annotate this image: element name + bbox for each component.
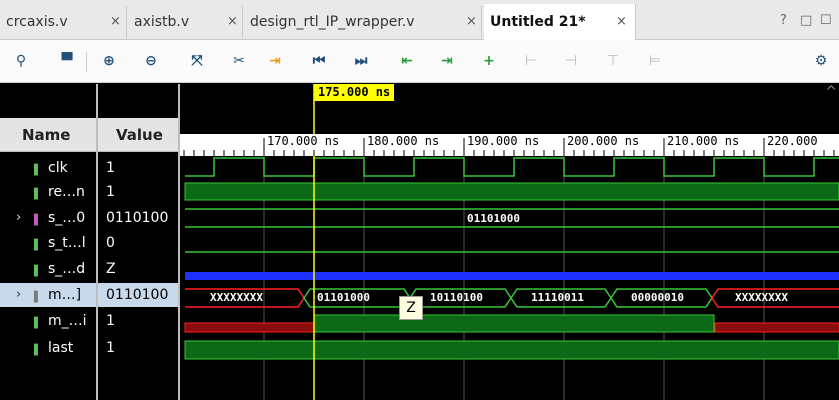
editor-tab-bar: crcaxis.v × axistb.v × design_rtl_IP_wra… [0,0,839,40]
go-to-time-zero-icon[interactable]: ⇥ [264,50,286,72]
signal-name: s_t…l [48,235,86,251]
close-icon[interactable]: × [227,6,238,38]
signal-value-selected: 0110100 [98,283,178,307]
cursor-time-label[interactable]: 175.000 ns [314,84,395,101]
m-bus-value-label: 00000010 [631,291,684,304]
signal-row[interactable]: ▌ m_…i [0,309,96,333]
signal-row[interactable]: ▌ s_…d [0,257,96,281]
go-to-start-icon[interactable]: ⏮ [308,50,330,72]
signal-row[interactable]: ▌ clk [0,156,96,180]
bus-icon: ▌ [34,292,42,303]
tab-label: axistb.v [134,14,190,30]
zoom-out-icon[interactable]: ⊖ [140,50,162,72]
tick-label: 220.000 [767,134,818,148]
tick-label: 200.000 ns [567,134,640,148]
tab-crcaxis[interactable]: crcaxis.v × [0,6,127,38]
signal-name: m…] [48,287,82,303]
cut-cursor-icon[interactable]: ✂ [228,50,250,72]
zoom-fit-icon[interactable]: ⤧ [186,50,208,72]
save-icon[interactable]: ▀ [56,50,78,72]
last-wave [184,340,839,360]
value-column-header[interactable]: Value [98,118,178,152]
previous-transition-icon[interactable]: ⇤ [396,50,418,72]
waveform-toolbar: ⚲ ▀ ⊕ ⊖ ⤧ ✂ ⇥ ⏮ ⏭ ⇤ ⇥ + ⊢ ⊣ ⊤ ⊨ ⚙ [0,40,839,83]
close-icon[interactable]: × [110,6,121,38]
tab-label: crcaxis.v [6,14,68,30]
signal-value: 1 [106,340,115,356]
waveform-drawing [184,84,839,400]
tick-label: 210.000 ns [667,134,740,148]
signal-name: m_…i [48,313,87,329]
m-tlast-high-wave [313,314,715,333]
tick-label: 190.000 ns [467,134,540,148]
tick-label: 170.000 ns [267,134,340,148]
search-icon[interactable]: ⚲ [10,50,32,72]
m-bus-value-label: XXXXXXXX [210,291,263,304]
wire-icon: ▌ [34,345,42,356]
wire-icon: ▌ [34,240,42,251]
scroll-up-icon[interactable]: ^ [825,84,837,100]
signal-value: 0110100 [106,210,169,226]
m-bus-value-label: 10110100 [430,291,483,304]
m-bus-value-label: 11110011 [531,291,584,304]
wire-icon: ▌ [34,266,42,277]
time-ruler[interactable]: 170.000 ns 180.000 ns 190.000 ns 200.000… [180,134,839,156]
signal-row[interactable]: › ▌ s_…0 [0,206,96,230]
next-transition-icon[interactable]: ⇥ [436,50,458,72]
tab-design-rtl-ip-wrapper[interactable]: design_rtl_IP_wrapper.v × [244,6,482,38]
tab-label: design_rtl_IP_wrapper.v [250,14,415,30]
signal-name: s_…0 [48,210,86,226]
help-icon[interactable]: ? [780,13,787,28]
signal-name: re…n [48,184,85,200]
swap-cursors-icon[interactable]: ⊤ [602,50,624,72]
m-tlast-x2-wave [714,322,839,333]
tab-untitled-21[interactable]: Untitled 21* × [484,4,636,40]
previous-marker-icon[interactable]: ⊢ [520,50,542,72]
signal-value: 0 [106,235,115,251]
signal-row[interactable]: ▌ re…n [0,180,96,204]
zoom-in-icon[interactable]: ⊕ [98,50,120,72]
add-marker-icon[interactable]: + [478,50,500,72]
signal-name: s_…d [48,261,86,277]
signal-value: 1 [106,160,115,176]
resetn-wave [184,182,839,201]
tab-label: Untitled 21* [490,14,586,30]
m-bus-value-label: 01101000 [317,291,370,304]
restore-icon[interactable]: □ [800,13,812,28]
signal-name-panel: Name ▌ clk ▌ re…n › ▌ s_…0 ▌ s_t…l ▌ s_…d › ▌ m…… [0,84,96,400]
signal-value-panel: Value 1 1 0110100 0 Z 0110100 1 1 [96,84,178,400]
signal-row-selected[interactable]: › ▌ m…] [0,283,96,307]
signal-row[interactable]: ▌ s_t…l [0,231,96,255]
close-icon[interactable]: × [616,4,627,40]
wire-icon: ▌ [34,189,42,200]
s-valid-z-wave [185,272,839,280]
signal-value: Z [106,261,116,277]
settings-icon[interactable]: ⚙ [810,50,832,72]
go-to-end-icon[interactable]: ⏭ [350,50,372,72]
signal-value: 1 [106,184,115,200]
float-icon[interactable]: ☐ [820,13,832,28]
expand-arrow-icon[interactable]: › [16,206,21,230]
wire-icon: ▌ [34,165,42,176]
m-bus-value-label: XXXXXXXX [735,291,788,304]
s-bus-value-label: 01101000 [467,212,520,225]
name-column-header[interactable]: Name [0,118,96,152]
fix-marker-icon[interactable]: ⊨ [644,50,666,72]
signal-name: last [48,340,74,356]
wire-icon: ▌ [34,318,42,329]
signal-row[interactable]: ▌ last [0,336,96,360]
bus-icon: ▌ [34,215,42,226]
expand-arrow-icon[interactable]: › [16,283,21,307]
tick-label: 180.000 ns [367,134,440,148]
waveform-canvas[interactable]: 170.000 ns 180.000 ns 190.000 ns 200.000… [178,84,839,400]
signal-name: clk [48,160,68,176]
value-tooltip: Z [399,296,423,320]
close-icon[interactable]: × [466,6,477,38]
clk-wave [185,157,839,177]
next-marker-icon[interactable]: ⊣ [560,50,582,72]
tab-axistb[interactable]: axistb.v × [128,6,243,38]
signal-value: 1 [106,313,115,329]
